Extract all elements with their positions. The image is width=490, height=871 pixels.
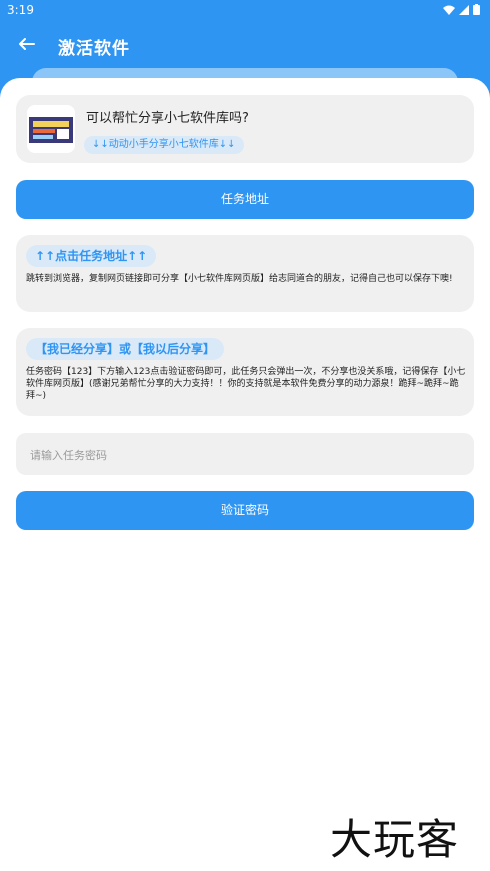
task-password-input[interactable]: 请输入任务密码 xyxy=(16,433,474,475)
status-bar: 3:19 xyxy=(0,0,490,20)
info-card-task: ↑↑点击任务地址↑↑ 跳转到浏览器，复制网页链接即可分享【小七软件库网页版】给志… xyxy=(16,235,474,312)
wifi-icon xyxy=(443,5,455,15)
share-hint-pill: ↓↓动动小手分享小七软件库↓↓ xyxy=(84,136,244,154)
status-icons xyxy=(443,4,480,15)
task-address-button[interactable]: 任务地址 xyxy=(16,180,474,219)
info-text: 跳转到浏览器，复制网页链接即可分享【小七软件库网页版】给志同道合的朋友，记得自己… xyxy=(26,274,453,284)
info-text: 任务密码【123】下方输入123点击验证密码即可，此任务只会弹出一次，不分享也没… xyxy=(26,367,466,401)
battery-icon xyxy=(473,4,480,15)
signal-icon xyxy=(459,4,469,15)
app-thumbnail xyxy=(27,105,75,153)
share-card: 可以帮忙分享小七软件库吗? ↓↓动动小手分享小七软件库↓↓ xyxy=(16,95,474,163)
status-time: 3:19 xyxy=(7,3,34,17)
verify-password-button[interactable]: 验证密码 xyxy=(16,491,474,530)
input-placeholder: 请输入任务密码 xyxy=(30,449,107,462)
info-card-password: 【我已经分享】或【我以后分享】 任务密码【123】下方输入123点击验证密码即可… xyxy=(16,328,474,416)
info-heading: ↑↑点击任务地址↑↑ xyxy=(26,245,157,267)
app-bar: 激活软件 xyxy=(0,25,490,65)
watermark-logo: 大玩客 xyxy=(330,815,460,864)
share-title: 可以帮忙分享小七软件库吗? xyxy=(86,111,249,126)
page-title: 激活软件 xyxy=(58,39,130,59)
info-heading: 【我已经分享】或【我以后分享】 xyxy=(26,338,225,360)
thumbnail-image xyxy=(27,105,75,153)
back-arrow-icon[interactable] xyxy=(14,32,38,56)
